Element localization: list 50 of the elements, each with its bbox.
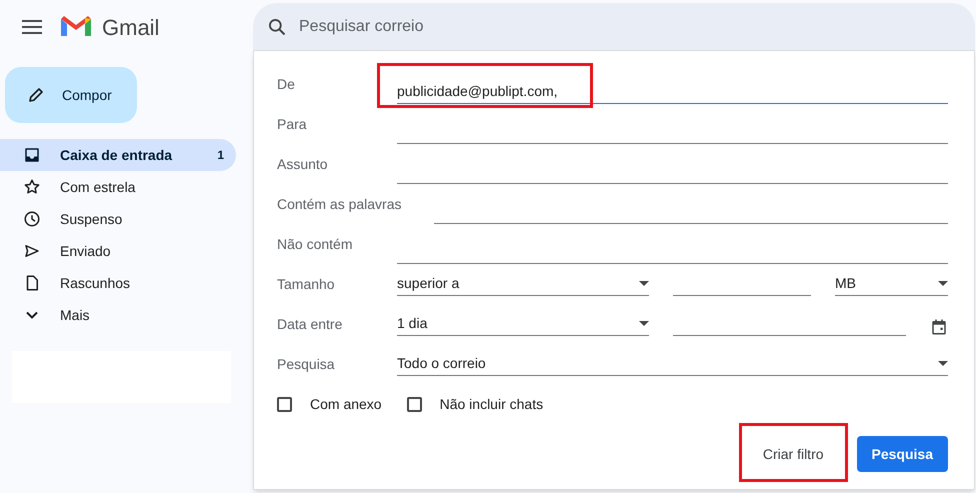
field-label: Não contém [277,234,354,254]
nav-item[interactable]: Mais [0,299,236,331]
field-label: Assunto [277,154,329,174]
inbox-icon [23,146,41,164]
pencil-icon [27,86,45,104]
search-icon [267,16,287,36]
dropdown[interactable]: Todo o correio [397,352,948,376]
menu-icon[interactable] [22,20,42,34]
chevron-down-icon [26,311,38,319]
unread-count: 1 [217,147,224,164]
create-filter-button[interactable]: Criar filtro [748,436,839,472]
logo-icon [61,16,91,38]
search-bar[interactable]: Pesquisar correio [253,3,975,50]
calendar-icon[interactable] [930,318,948,336]
nav-item[interactable]: Suspenso [0,203,236,235]
dropdown[interactable]: 1 dia [397,312,649,336]
dropdown[interactable]: MB [835,272,948,296]
search-button[interactable]: Pesquisa [856,436,948,472]
nav-item[interactable]: Caixa de entrada 1 [0,139,236,171]
field-label: Data entre [277,314,344,334]
nav-label: Enviado [60,242,112,260]
field-label: Para [277,114,308,134]
checkbox-label: Não incluir chats [440,394,544,414]
app-name: Gmail [102,14,160,42]
text-field[interactable]: publicidade@publipt.com, [397,81,948,104]
checkbox[interactable] [406,396,422,412]
nav-label: Caixa de entrada [60,146,174,164]
search-placeholder: Pesquisar correio [299,16,424,36]
dropdown-arrow-icon [639,280,649,286]
clock-icon [23,210,41,228]
dropdown[interactable]: superior a [397,272,649,296]
send-icon [23,242,41,260]
dropdown-arrow-icon [938,360,948,366]
nav-item[interactable]: Rascunhos [0,267,236,299]
nav-item[interactable]: Enviado [0,235,236,267]
nav-label: Com estrela [60,178,136,196]
field-label: Tamanho [277,274,336,294]
field-label: De [277,74,296,94]
dropdown-arrow-icon [639,320,649,326]
nav-label: Suspenso [60,210,124,229]
checkbox-label: Com anexo [310,394,382,414]
compose-button[interactable]: Compor [5,67,137,123]
field-label: Pesquisa [277,354,336,374]
checkbox[interactable] [277,396,292,412]
star-icon [23,178,41,196]
dropdown-arrow-icon [938,280,948,286]
field-label: Contém as palavras [277,194,403,214]
nav-item[interactable]: Com estrela [0,171,236,203]
nav-label: Rascunhos [60,274,132,292]
nav-label: Mais [60,306,91,324]
